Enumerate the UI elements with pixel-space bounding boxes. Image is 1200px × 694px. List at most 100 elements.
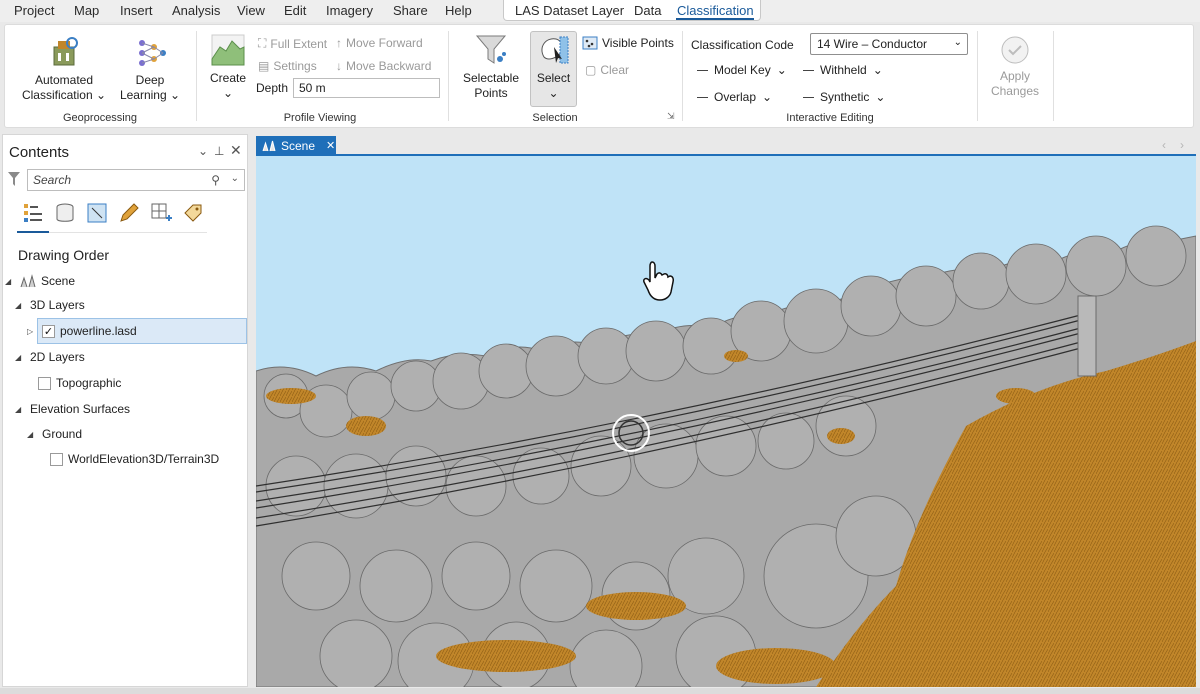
- chevron-down-icon: ⌄: [222, 86, 234, 100]
- menu-imagery[interactable]: Imagery: [326, 3, 373, 18]
- group-separator: [196, 31, 197, 121]
- full-extent-button[interactable]: ⛶ Full Extent: [258, 36, 327, 51]
- tree-label-powerline: powerline.lasd: [60, 324, 137, 338]
- selectable-points-button[interactable]: Selectable Points: [460, 33, 522, 101]
- tree-item-3d-layers[interactable]: ◢ 3D Layers: [15, 298, 85, 312]
- create-profile-button[interactable]: Create ⌄: [207, 33, 249, 101]
- select-button[interactable]: Select ⌄: [531, 33, 576, 101]
- close-icon[interactable]: ✕: [230, 142, 242, 159]
- expand-triangle-icon[interactable]: ▷: [27, 327, 37, 336]
- chevron-left-icon[interactable]: ‹: [1162, 138, 1166, 152]
- list-by-labeling-icon[interactable]: [181, 201, 205, 225]
- select-label: Select: [536, 71, 571, 85]
- visible-points-icon: [582, 36, 598, 50]
- filter-icon[interactable]: [7, 171, 21, 187]
- classification-code-value: 14 Wire – Conductor: [817, 37, 928, 51]
- expand-triangle-icon[interactable]: ◢: [15, 405, 25, 414]
- list-by-source-icon[interactable]: [53, 201, 77, 225]
- tab-scene[interactable]: Scene ✕: [256, 136, 336, 155]
- chevron-right-icon[interactable]: ›: [1180, 138, 1184, 152]
- scene-tab-label: Scene: [281, 138, 316, 153]
- layer-checkbox[interactable]: ✓: [42, 324, 55, 338]
- tab-classification[interactable]: Classification: [677, 3, 754, 18]
- expand-triangle-icon[interactable]: ◢: [27, 430, 37, 439]
- tree-item-elevation-surfaces[interactable]: ◢ Elevation Surfaces: [15, 402, 130, 416]
- automated-classification-button[interactable]: Automated Classification ⌄: [19, 35, 109, 103]
- withheld-dropdown[interactable]: Withheld ⌄: [803, 63, 883, 77]
- tree-item-2d-layers[interactable]: ◢ 2D Layers: [15, 350, 85, 364]
- move-forward-button[interactable]: ↑ Move Forward: [336, 36, 423, 50]
- tree-item-world-elevation[interactable]: WorldElevation3D/Terrain3D: [50, 452, 219, 466]
- settings-icon: ▤: [258, 59, 270, 73]
- expand-triangle-icon[interactable]: ◢: [15, 301, 25, 310]
- status-strip: [0, 688, 1200, 694]
- tree-item-scene[interactable]: ◢ Scene: [5, 274, 75, 288]
- expand-triangle-icon[interactable]: ◢: [15, 353, 25, 362]
- depth-input[interactable]: 50 m: [293, 78, 440, 98]
- settings-button[interactable]: ▤ Settings: [258, 59, 317, 73]
- chevron-down-icon: ⌄: [776, 63, 787, 77]
- menu-insert[interactable]: Insert: [120, 3, 153, 18]
- drawing-order-heading: Drawing Order: [18, 247, 110, 263]
- menu-view[interactable]: View: [237, 3, 265, 18]
- tab-las-dataset-layer[interactable]: LAS Dataset Layer: [515, 3, 624, 18]
- withheld-label: Withheld: [820, 63, 867, 77]
- chevron-down-icon: ⌄: [875, 90, 886, 104]
- apply-changes-button[interactable]: Apply Changes: [985, 35, 1045, 99]
- hand-cursor-icon: [643, 261, 674, 301]
- deep-label-1: Deep: [135, 73, 165, 87]
- list-by-selection-icon[interactable]: [85, 201, 109, 225]
- visible-points-button[interactable]: Visible Points: [582, 36, 674, 50]
- chevron-down-icon[interactable]: ⌄: [198, 144, 208, 158]
- list-by-snapping-icon[interactable]: [149, 201, 173, 225]
- tab-data[interactable]: Data: [634, 3, 661, 18]
- menu-edit[interactable]: Edit: [284, 3, 306, 18]
- clear-selection-button[interactable]: ▢ Clear: [585, 63, 629, 77]
- menu-help[interactable]: Help: [445, 3, 472, 18]
- synthetic-dropdown[interactable]: Synthetic ⌄: [803, 90, 885, 104]
- group-separator: [448, 31, 449, 121]
- scene-view[interactable]: [256, 156, 1196, 687]
- tree-item-ground[interactable]: ◢ Ground: [27, 427, 82, 441]
- classification-code-select[interactable]: 14 Wire – Conductor ⌄: [810, 33, 968, 55]
- deep-learning-icon: [139, 40, 166, 66]
- layer-checkbox[interactable]: [38, 376, 51, 390]
- line-icon: [697, 69, 708, 71]
- contents-pane: Contents ⌄ ⊥ ✕ Search ⚲ ⌄ Drawing Order …: [2, 134, 248, 687]
- overlap-dropdown[interactable]: Overlap ⌄: [697, 90, 772, 104]
- deep-learning-button[interactable]: Deep Learning ⌄: [115, 35, 185, 103]
- move-forward-label: Move Forward: [346, 36, 423, 50]
- full-extent-icon: ⛶: [258, 36, 267, 50]
- search-icon[interactable]: ⚲: [211, 173, 220, 187]
- tree-item-topographic[interactable]: Topographic: [38, 376, 121, 390]
- move-backward-button[interactable]: ↓ Move Backward: [336, 59, 431, 73]
- list-by-drawing-order-icon[interactable]: [21, 201, 45, 225]
- close-icon[interactable]: ✕: [326, 139, 335, 152]
- deep-label-2: Learning: [119, 88, 167, 102]
- interactive-editing-group-label: Interactive Editing: [786, 112, 874, 124]
- visible-points-label: Visible Points: [602, 36, 674, 50]
- point-cloud-render[interactable]: [256, 156, 1196, 687]
- menu-analysis[interactable]: Analysis: [172, 3, 220, 18]
- tree-item-powerline[interactable]: ▷ ✓ powerline.lasd: [27, 324, 137, 338]
- apply-label-1: Apply: [999, 69, 1031, 83]
- menu-map[interactable]: Map: [74, 3, 99, 18]
- tree-label-3d-layers: 3D Layers: [30, 298, 85, 312]
- arrow-down-icon: ↓: [336, 59, 342, 73]
- line-icon: [697, 96, 708, 98]
- lasso-select-icon: [540, 36, 568, 64]
- menu-project[interactable]: Project: [14, 3, 54, 18]
- dialog-launcher-icon[interactable]: ⇲: [667, 111, 675, 122]
- menu-share[interactable]: Share: [393, 3, 428, 18]
- chevron-down-icon: ⌄: [548, 86, 559, 100]
- layer-checkbox[interactable]: [50, 452, 63, 466]
- contents-search-input[interactable]: Search ⚲ ⌄: [27, 169, 245, 191]
- pin-icon[interactable]: ⊥: [214, 144, 224, 158]
- list-by-editing-icon[interactable]: [117, 201, 141, 225]
- tree-label-ground: Ground: [42, 427, 83, 441]
- chevron-down-icon[interactable]: ⌄: [231, 173, 239, 184]
- expand-triangle-icon[interactable]: ◢: [5, 277, 15, 286]
- chevron-down-icon: ⌄: [95, 88, 107, 102]
- overlap-label: Overlap: [714, 90, 757, 104]
- model-key-dropdown[interactable]: Model Key ⌄: [697, 63, 787, 77]
